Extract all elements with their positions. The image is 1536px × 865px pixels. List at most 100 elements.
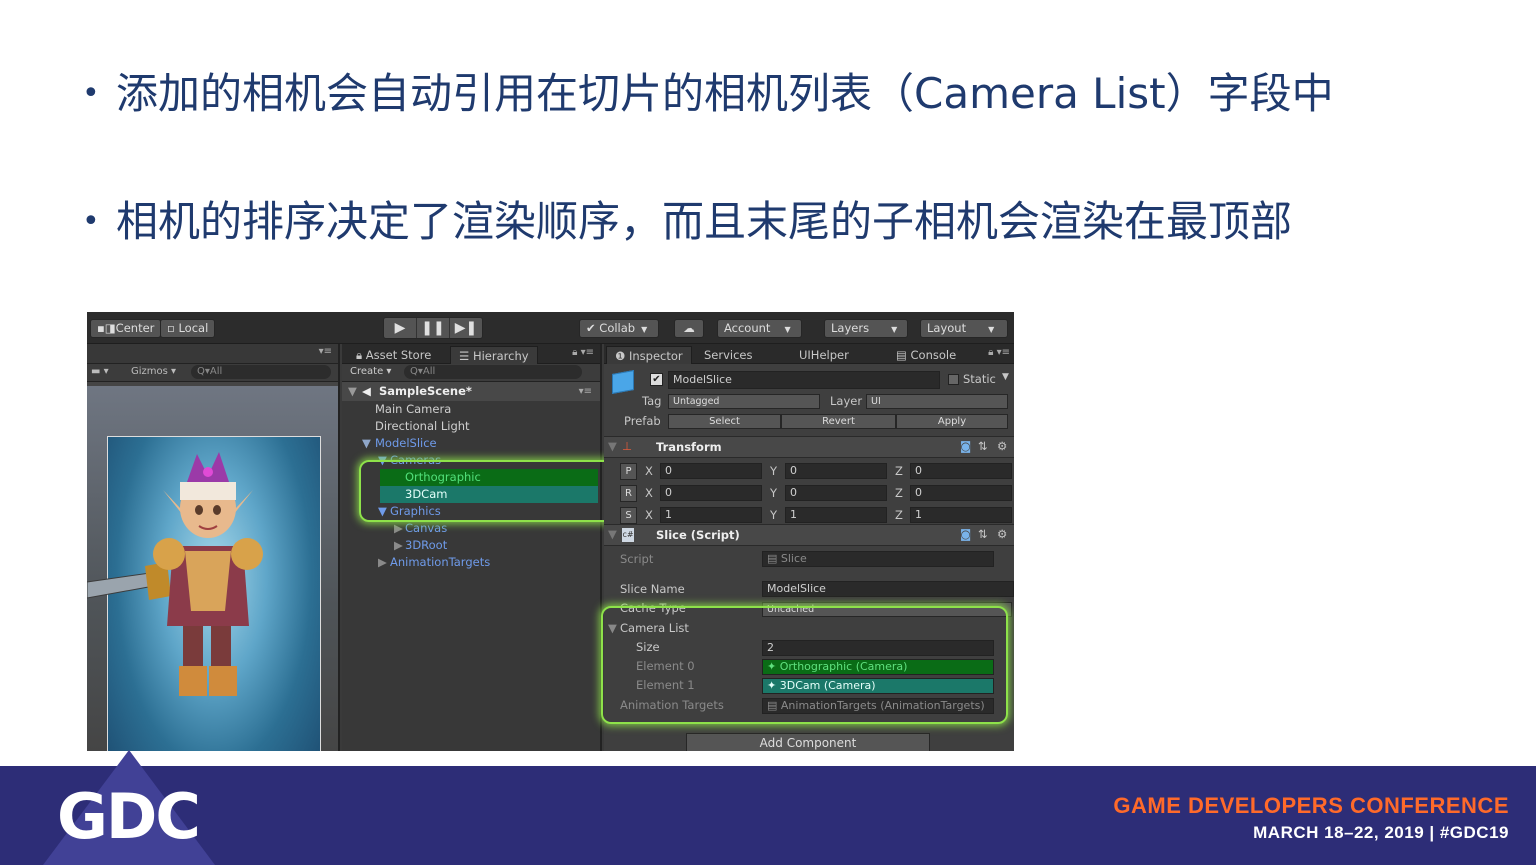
hierarchy-item-label: Directional Light bbox=[375, 419, 470, 433]
scene-search-input[interactable]: Q▾All bbox=[191, 365, 331, 379]
scene-view: ▾≡ ▬ ▾ Gizmos ▾ Q▾All bbox=[87, 344, 340, 751]
bullet-dot: • bbox=[82, 76, 100, 111]
layout-dropdown[interactable]: Layout ▼ bbox=[920, 319, 1008, 338]
static-checkbox[interactable] bbox=[948, 374, 959, 385]
lock-icon[interactable]: 🔒︎ ▾≡ bbox=[988, 347, 1010, 358]
add-component-button[interactable]: Add Component bbox=[686, 733, 930, 751]
transform-y-field[interactable]: 0 bbox=[785, 485, 887, 501]
character-sprite bbox=[87, 452, 263, 696]
transform-y-field[interactable]: 0 bbox=[785, 463, 887, 479]
transform-row: PX0Y0Z0 bbox=[604, 462, 1014, 480]
help-icon[interactable]: ◙ bbox=[960, 439, 971, 453]
create-dropdown[interactable]: Create ▾ bbox=[350, 366, 391, 377]
gear-icon[interactable]: ⚙ bbox=[997, 527, 1007, 541]
dropdown-arrow-icon[interactable]: ▼ bbox=[1002, 372, 1009, 382]
hierarchy-search-input[interactable]: Q▾All bbox=[404, 365, 582, 379]
transform-key-button[interactable]: P bbox=[620, 463, 637, 480]
axis-x-label: X bbox=[645, 508, 653, 522]
object-name-field[interactable]: ModelSlice bbox=[668, 371, 940, 389]
preset-icon[interactable]: ⇅ bbox=[978, 439, 988, 453]
layer-value: UI bbox=[871, 396, 881, 407]
csharp-script-icon: c# bbox=[622, 528, 634, 542]
transform-x-field[interactable]: 0 bbox=[660, 463, 762, 479]
account-dropdown[interactable]: Account ▼ bbox=[717, 319, 802, 338]
prefab-apply-button[interactable]: Apply bbox=[896, 414, 1008, 429]
hierarchy-item-label: ModelSlice bbox=[375, 436, 437, 450]
console-icon: ▤ bbox=[896, 348, 911, 362]
tab-services[interactable]: Services bbox=[696, 346, 761, 364]
transform-key-button[interactable]: R bbox=[620, 485, 637, 502]
camera-list-highlight bbox=[601, 606, 1008, 724]
transform-z-field[interactable]: 0 bbox=[910, 463, 1012, 479]
hierarchy-item-3droot[interactable]: ▶ 3DRoot bbox=[342, 537, 600, 554]
hierarchy-item-directional-light[interactable]: Directional Light bbox=[342, 418, 600, 435]
tag-value: Untagged bbox=[673, 396, 720, 407]
dropdown-arrow-icon: ▼ bbox=[988, 325, 995, 334]
hierarchy-item-modelslice[interactable]: ▼ ModelSlice bbox=[342, 435, 600, 452]
panel-menu-icon[interactable]: ▾≡ bbox=[319, 346, 332, 357]
center-toggle[interactable]: ▪◨Center bbox=[90, 319, 162, 338]
hierarchy-item-canvas[interactable]: ▶ Canvas bbox=[342, 520, 600, 537]
tab-console[interactable]: ▤ Console bbox=[888, 346, 964, 364]
transform-key-button[interactable]: S bbox=[620, 507, 637, 524]
step-icon[interactable]: ▶❚ bbox=[450, 318, 482, 338]
scene-menu-icon[interactable]: ▾≡ bbox=[579, 382, 592, 401]
info-icon: ❶ bbox=[615, 349, 629, 363]
prefab-select-button[interactable]: Select bbox=[668, 414, 781, 429]
hierarchy-item-label: Main Camera bbox=[375, 402, 452, 416]
cloud-button[interactable]: ☁ bbox=[674, 319, 704, 338]
transform-header[interactable]: ▼ ⊥ Transform ◙ ⇅ ⚙ bbox=[604, 436, 1014, 458]
hierarchy-item-animationtargets[interactable]: ▶ AnimationTargets bbox=[342, 554, 600, 571]
layers-dropdown[interactable]: Layers ▼ bbox=[824, 319, 908, 338]
gizmos-dropdown[interactable]: Gizmos ▾ bbox=[131, 366, 176, 377]
collapse-arrow-icon: ▶ bbox=[394, 521, 403, 535]
transform-z-field[interactable]: 0 bbox=[910, 485, 1012, 501]
tag-dropdown[interactable]: Untagged bbox=[668, 394, 820, 409]
gizmos-label: Gizmos bbox=[131, 366, 168, 377]
hierarchy-item-main-camera[interactable]: Main Camera bbox=[342, 401, 600, 418]
check-icon: ✔ bbox=[586, 321, 596, 335]
script-label: Script bbox=[620, 552, 654, 566]
layer-dropdown[interactable]: UI bbox=[866, 394, 1008, 409]
scene-viewport[interactable] bbox=[87, 386, 338, 751]
transform-x-field[interactable]: 0 bbox=[660, 485, 762, 501]
pause-icon[interactable]: ❚❚ bbox=[417, 318, 450, 338]
layout-label: Layout bbox=[927, 321, 967, 335]
lock-icon[interactable]: 🔒︎ ▾≡ bbox=[572, 347, 594, 358]
slice-script-header[interactable]: ▼ c# Slice (Script) ◙ ⇅ ⚙ bbox=[604, 524, 1014, 546]
local-toggle[interactable]: ▫ Local bbox=[160, 319, 216, 338]
unity-scene-icon: ◀ bbox=[362, 384, 371, 398]
preset-icon[interactable]: ⇅ bbox=[978, 527, 988, 541]
help-icon[interactable]: ◙ bbox=[960, 527, 971, 541]
gear-icon[interactable]: ⚙ bbox=[997, 439, 1007, 453]
prefab-label: Prefab bbox=[624, 414, 661, 428]
cloud-icon: ☁ bbox=[683, 321, 695, 335]
transform-y-field[interactable]: 1 bbox=[785, 507, 887, 523]
slide: • 添加的相机会自动引用在切片的相机列表（Camera List）字段中 • 相机的… bbox=[0, 0, 1536, 865]
transform-icon: ⊥ bbox=[622, 439, 633, 453]
inspector-tab-bar: ❶ Inspector Services UIHelper ▤ Console … bbox=[604, 344, 1014, 364]
store-icon: 🔒︎ bbox=[356, 348, 366, 362]
tab-hierarchy[interactable]: ☰ Hierarchy bbox=[450, 346, 538, 364]
transform-x-field[interactable]: 1 bbox=[660, 507, 762, 523]
prefab-revert-button[interactable]: Revert bbox=[781, 414, 896, 429]
collab-dropdown[interactable]: ✔ Collab ▼ bbox=[579, 319, 659, 338]
axis-y-label: Y bbox=[770, 464, 778, 478]
bullet-2-text: 相机的排序决定了渲染顺序，而且末尾的子相机会渲染在最顶部 bbox=[116, 197, 1293, 246]
shading-icon[interactable]: ▬ ▾ bbox=[91, 366, 109, 377]
axis-x-label: X bbox=[645, 464, 653, 478]
slice-name-label: Slice Name bbox=[620, 582, 685, 596]
play-icon[interactable]: ▶ bbox=[384, 318, 417, 338]
transform-z-field[interactable]: 1 bbox=[910, 507, 1012, 523]
scene-row[interactable]: ▼ ◀ SampleScene* ▾≡ bbox=[342, 382, 600, 401]
slice-name-field[interactable]: ModelSlice bbox=[762, 581, 1014, 597]
tab-asset-store[interactable]: 🔒︎ Asset Store bbox=[348, 346, 439, 364]
tab-uihelper[interactable]: UIHelper bbox=[791, 346, 857, 364]
scene-name: SampleScene* bbox=[379, 384, 472, 398]
dropdown-arrow-icon: ▼ bbox=[784, 325, 791, 334]
hierarchy-item-label: Canvas bbox=[405, 521, 448, 535]
active-checkbox[interactable]: ✔ bbox=[650, 373, 663, 386]
tab-inspector[interactable]: ❶ Inspector bbox=[606, 346, 692, 364]
local-label: Local bbox=[178, 321, 209, 335]
scene-toolbar: ▬ ▾ Gizmos ▾ Q▾All bbox=[87, 364, 338, 382]
